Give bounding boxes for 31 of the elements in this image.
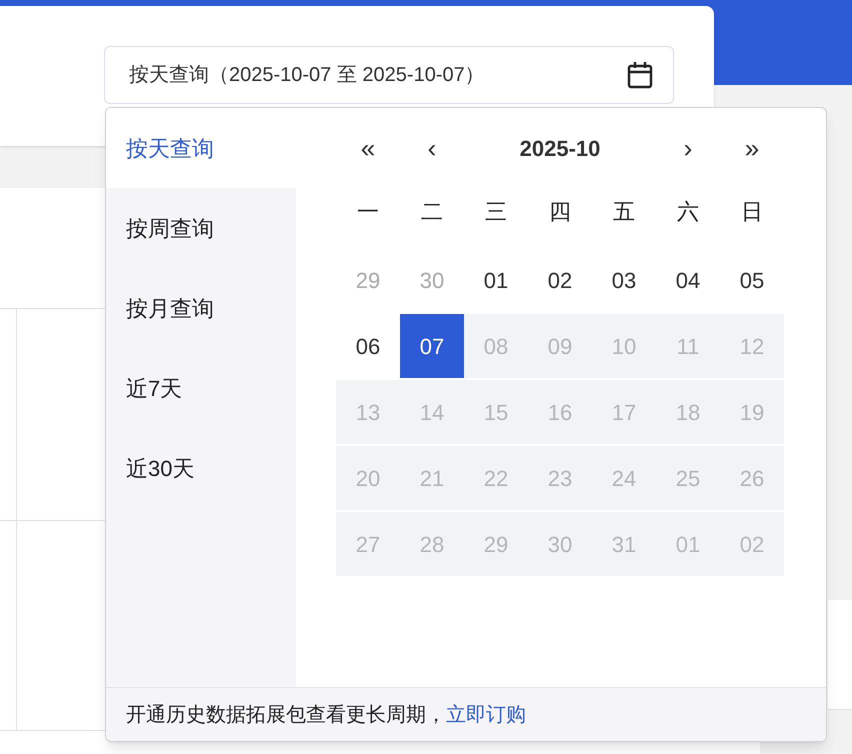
day-cell[interactable]: 03 <box>592 248 656 312</box>
weekday-label: 一 <box>356 198 380 226</box>
day-cell[interactable]: 05 <box>720 248 784 312</box>
mode-option[interactable]: 近30天 <box>106 428 296 508</box>
mode-option[interactable]: 近7天 <box>106 348 296 428</box>
weekday-label: 四 <box>548 198 572 226</box>
date-range-field[interactable]: 按天查询（2025-10-07 至 2025-10-07） <box>104 46 674 104</box>
weekday-label: 二 <box>420 198 444 226</box>
previous-month-button[interactable]: ‹ <box>400 128 464 168</box>
calendar-icon <box>627 61 653 89</box>
mode-option[interactable]: 按月查询 <box>106 268 296 348</box>
footer-note: 开通历史数据拓展包查看更长周期， <box>126 702 446 728</box>
date-range-value: 按天查询（2025-10-07 至 2025-10-07） <box>129 63 485 88</box>
mode-option[interactable]: 按天查询 <box>106 108 296 188</box>
day-cell[interactable]: 02 <box>528 248 592 312</box>
weekday-label: 日 <box>740 198 764 226</box>
day-cell[interactable]: 07 <box>400 314 464 378</box>
weekday-label: 三 <box>484 198 508 226</box>
day-cell[interactable]: 06 <box>336 314 400 378</box>
next-year-button[interactable]: » <box>720 128 784 168</box>
day-cell[interactable]: 04 <box>656 248 720 312</box>
day-cell[interactable]: 30 <box>400 248 464 312</box>
previous-year-button[interactable]: « <box>336 128 400 168</box>
day-cell[interactable]: 29 <box>336 248 400 312</box>
subscribe-link[interactable]: 立即订购 <box>446 700 526 730</box>
weekday-label: 五 <box>612 198 636 226</box>
next-month-button[interactable]: › <box>656 128 720 168</box>
mode-option[interactable]: 按周查询 <box>106 188 296 268</box>
weekday-label: 六 <box>676 198 700 226</box>
day-cell[interactable]: 01 <box>464 248 528 312</box>
month-title: 2025-10 <box>518 134 602 162</box>
